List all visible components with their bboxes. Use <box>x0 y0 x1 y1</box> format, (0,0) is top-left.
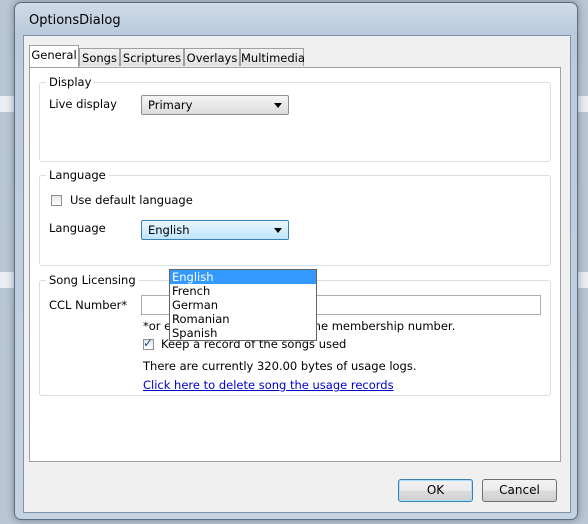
delete-usage-records-link[interactable]: Click here to delete song the usage reco… <box>143 378 394 392</box>
tab-general[interactable]: General <box>29 45 79 67</box>
tab-multimedia[interactable]: Multimedia <box>240 48 305 66</box>
language-group: Language Use default language Language E… <box>39 168 551 266</box>
window-title: OptionsDialog <box>29 13 121 28</box>
tab-overlays[interactable]: Overlays <box>184 48 240 66</box>
language-legend: Language <box>46 168 109 182</box>
keep-record-checkbox[interactable]: ✓ <box>143 336 154 350</box>
language-option-german[interactable]: German <box>170 298 316 312</box>
language-select[interactable]: English <box>141 220 289 240</box>
language-label: Language <box>49 221 106 235</box>
checkmark-icon: ✓ <box>143 336 154 350</box>
cancel-button[interactable]: Cancel <box>482 479 557 502</box>
live-display-label: Live display <box>49 97 117 111</box>
language-value: English <box>148 223 190 237</box>
general-tab-panel: Display Live display Primary Language Us… <box>29 67 561 462</box>
tab-scriptures[interactable]: Scriptures <box>120 48 184 66</box>
language-option-french[interactable]: French <box>170 284 316 298</box>
live-display-select[interactable]: Primary <box>141 95 289 115</box>
options-dialog: OptionsDialog General Songs Scriptures O… <box>14 2 578 520</box>
chevron-down-icon <box>274 228 282 233</box>
ccl-number-label: CCL Number* <box>49 298 128 312</box>
song-licensing-legend: Song Licensing <box>46 273 139 287</box>
chevron-down-icon <box>274 103 282 108</box>
tab-songs[interactable]: Songs <box>79 48 120 66</box>
live-display-value: Primary <box>148 98 193 112</box>
dialog-client: General Songs Scriptures Overlays Multim… <box>23 35 571 513</box>
language-option-english[interactable]: English <box>170 270 316 284</box>
language-option-romanian[interactable]: Romanian <box>170 312 316 326</box>
display-group: Display Live display Primary <box>39 75 551 162</box>
language-dropdown-list: English French German Romanian Spanish <box>169 269 317 341</box>
usage-log-text: There are currently 320.00 bytes of usag… <box>143 359 417 373</box>
use-default-language-checkbox[interactable] <box>51 195 62 206</box>
ok-button[interactable]: OK <box>398 479 473 502</box>
display-legend: Display <box>46 75 95 89</box>
use-default-language-label: Use default language <box>70 193 193 207</box>
language-option-spanish[interactable]: Spanish <box>170 326 316 340</box>
